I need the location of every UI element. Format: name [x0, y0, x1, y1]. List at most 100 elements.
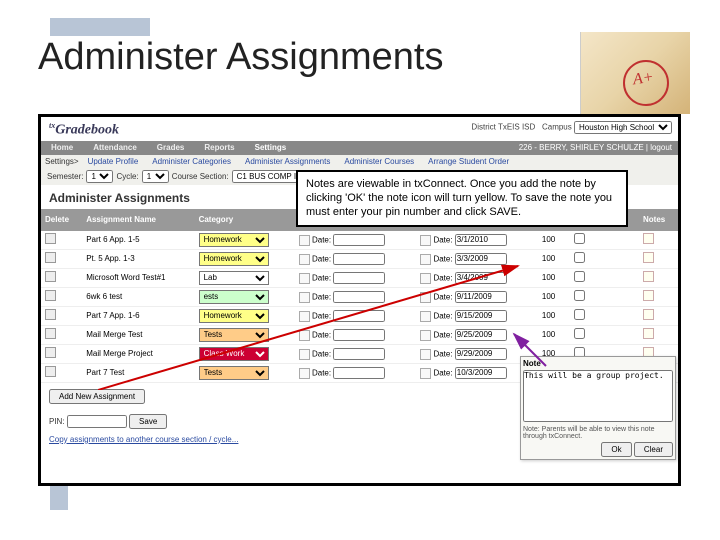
- nav-home[interactable]: Home: [41, 143, 83, 152]
- save-button[interactable]: Save: [129, 414, 167, 429]
- note-icon[interactable]: [643, 252, 654, 263]
- col-delete: Delete: [41, 209, 82, 231]
- extra-credit-checkbox[interactable]: [574, 328, 585, 339]
- table-row: Microsoft Word Test#1LabDate: Date: 100: [41, 268, 678, 287]
- delete-icon[interactable]: [45, 233, 56, 244]
- calendar-icon[interactable]: [299, 254, 310, 265]
- date-assigned-input[interactable]: [333, 234, 385, 246]
- delete-icon[interactable]: [45, 309, 56, 320]
- date-due-input[interactable]: [455, 367, 507, 379]
- category-select[interactable]: Homework: [199, 233, 269, 247]
- col-category: Category: [195, 209, 295, 231]
- note-icon[interactable]: [643, 309, 654, 320]
- calendar-icon[interactable]: [420, 311, 431, 322]
- category-select[interactable]: Homework: [199, 252, 269, 266]
- calendar-icon[interactable]: [299, 273, 310, 284]
- subnav-admin-categories[interactable]: Administer Categories: [145, 157, 238, 166]
- pin-input[interactable]: [67, 415, 127, 428]
- subnav-update-profile[interactable]: Update Profile: [81, 157, 146, 166]
- date-assigned-input[interactable]: [333, 310, 385, 322]
- assignment-name: Mail Merge Test: [82, 325, 194, 344]
- delete-icon[interactable]: [45, 290, 56, 301]
- category-select[interactable]: Tests: [199, 366, 269, 380]
- cycle-select[interactable]: 1: [142, 170, 169, 183]
- col-assignment: Assignment Name: [82, 209, 194, 231]
- calendar-icon[interactable]: [420, 254, 431, 265]
- category-select[interactable]: Tests: [199, 328, 269, 342]
- category-select[interactable]: Class Work: [199, 347, 269, 361]
- nav-attendance[interactable]: Attendance: [83, 143, 147, 152]
- delete-icon[interactable]: [45, 366, 56, 377]
- note-popup-title: Note: [523, 359, 673, 370]
- sub-nav: Settings> Update Profile Administer Cate…: [41, 155, 678, 168]
- date-due-input[interactable]: [455, 291, 507, 303]
- calendar-icon[interactable]: [299, 349, 310, 360]
- col-notes: Notes: [639, 209, 678, 231]
- extra-credit-checkbox[interactable]: [574, 309, 585, 320]
- category-select[interactable]: Homework: [199, 309, 269, 323]
- date-due-input[interactable]: [455, 234, 507, 246]
- note-icon[interactable]: [643, 290, 654, 301]
- category-select[interactable]: Lab: [199, 271, 269, 285]
- decoration-photo: A+: [580, 32, 690, 114]
- calendar-icon[interactable]: [420, 292, 431, 303]
- assignment-name: Mail Merge Project: [82, 344, 194, 363]
- delete-icon[interactable]: [45, 252, 56, 263]
- date-due-input[interactable]: [455, 272, 507, 284]
- date-assigned-input[interactable]: [333, 253, 385, 265]
- nav-reports[interactable]: Reports: [194, 143, 244, 152]
- date-due-input[interactable]: [455, 253, 507, 265]
- extra-credit-checkbox[interactable]: [574, 233, 585, 244]
- calendar-icon[interactable]: [420, 349, 431, 360]
- delete-icon[interactable]: [45, 328, 56, 339]
- delete-icon[interactable]: [45, 271, 56, 282]
- extra-credit-checkbox[interactable]: [574, 252, 585, 263]
- calendar-icon[interactable]: [420, 235, 431, 246]
- nav-user: 226 - BERRY, SHIRLEY SCHULZE | logout: [519, 143, 672, 152]
- calendar-icon[interactable]: [420, 330, 431, 341]
- calendar-icon[interactable]: [420, 273, 431, 284]
- calendar-icon[interactable]: [299, 292, 310, 303]
- date-assigned-input[interactable]: [333, 329, 385, 341]
- campus-select[interactable]: Houston High School: [574, 121, 672, 134]
- date-assigned-input[interactable]: [333, 272, 385, 284]
- subnav-arrange-students[interactable]: Arrange Student Order: [421, 157, 516, 166]
- date-due-input[interactable]: [455, 348, 507, 360]
- note-clear-button[interactable]: Clear: [634, 442, 673, 457]
- calendar-icon[interactable]: [420, 368, 431, 379]
- logout-link[interactable]: logout: [650, 143, 672, 152]
- date-assigned-input[interactable]: [333, 291, 385, 303]
- note-ok-button[interactable]: Ok: [601, 442, 631, 457]
- calendar-icon[interactable]: [299, 368, 310, 379]
- date-due-input[interactable]: [455, 310, 507, 322]
- extra-credit-checkbox[interactable]: [574, 290, 585, 301]
- date-assigned-input[interactable]: [333, 367, 385, 379]
- nav-grades[interactable]: Grades: [147, 143, 195, 152]
- date-assigned-input[interactable]: [333, 348, 385, 360]
- note-icon[interactable]: [643, 328, 654, 339]
- note-icon[interactable]: [643, 271, 654, 282]
- table-row: 6wk 6 testestsDate: Date: 100: [41, 287, 678, 306]
- total-points: 100: [538, 325, 570, 344]
- date-due-input[interactable]: [455, 329, 507, 341]
- assignment-name: Pt. 5 App. 1-3: [82, 249, 194, 268]
- subnav-admin-courses[interactable]: Administer Courses: [337, 157, 421, 166]
- note-icon[interactable]: [643, 233, 654, 244]
- settings-crumb: Settings>: [45, 157, 81, 166]
- note-popup-footer: Note: Parents will be able to view this …: [523, 424, 673, 442]
- note-textarea[interactable]: This will be a group project.: [523, 370, 673, 422]
- subnav-admin-assignments[interactable]: Administer Assignments: [238, 157, 337, 166]
- add-assignment-button[interactable]: Add New Assignment: [49, 389, 145, 404]
- extra-credit-checkbox[interactable]: [574, 271, 585, 282]
- decoration-top-block: [50, 18, 150, 36]
- nav-settings[interactable]: Settings: [245, 143, 297, 152]
- grade-mark: A+: [632, 69, 655, 90]
- semester-select[interactable]: 1: [86, 170, 113, 183]
- calendar-icon[interactable]: [299, 235, 310, 246]
- header-right: District TxEIS ISD Campus Houston High S…: [471, 121, 672, 134]
- calendar-icon[interactable]: [299, 311, 310, 322]
- calendar-icon[interactable]: [299, 330, 310, 341]
- delete-icon[interactable]: [45, 347, 56, 358]
- main-nav: Home Attendance Grades Reports Settings …: [41, 141, 678, 155]
- category-select[interactable]: ests: [199, 290, 269, 304]
